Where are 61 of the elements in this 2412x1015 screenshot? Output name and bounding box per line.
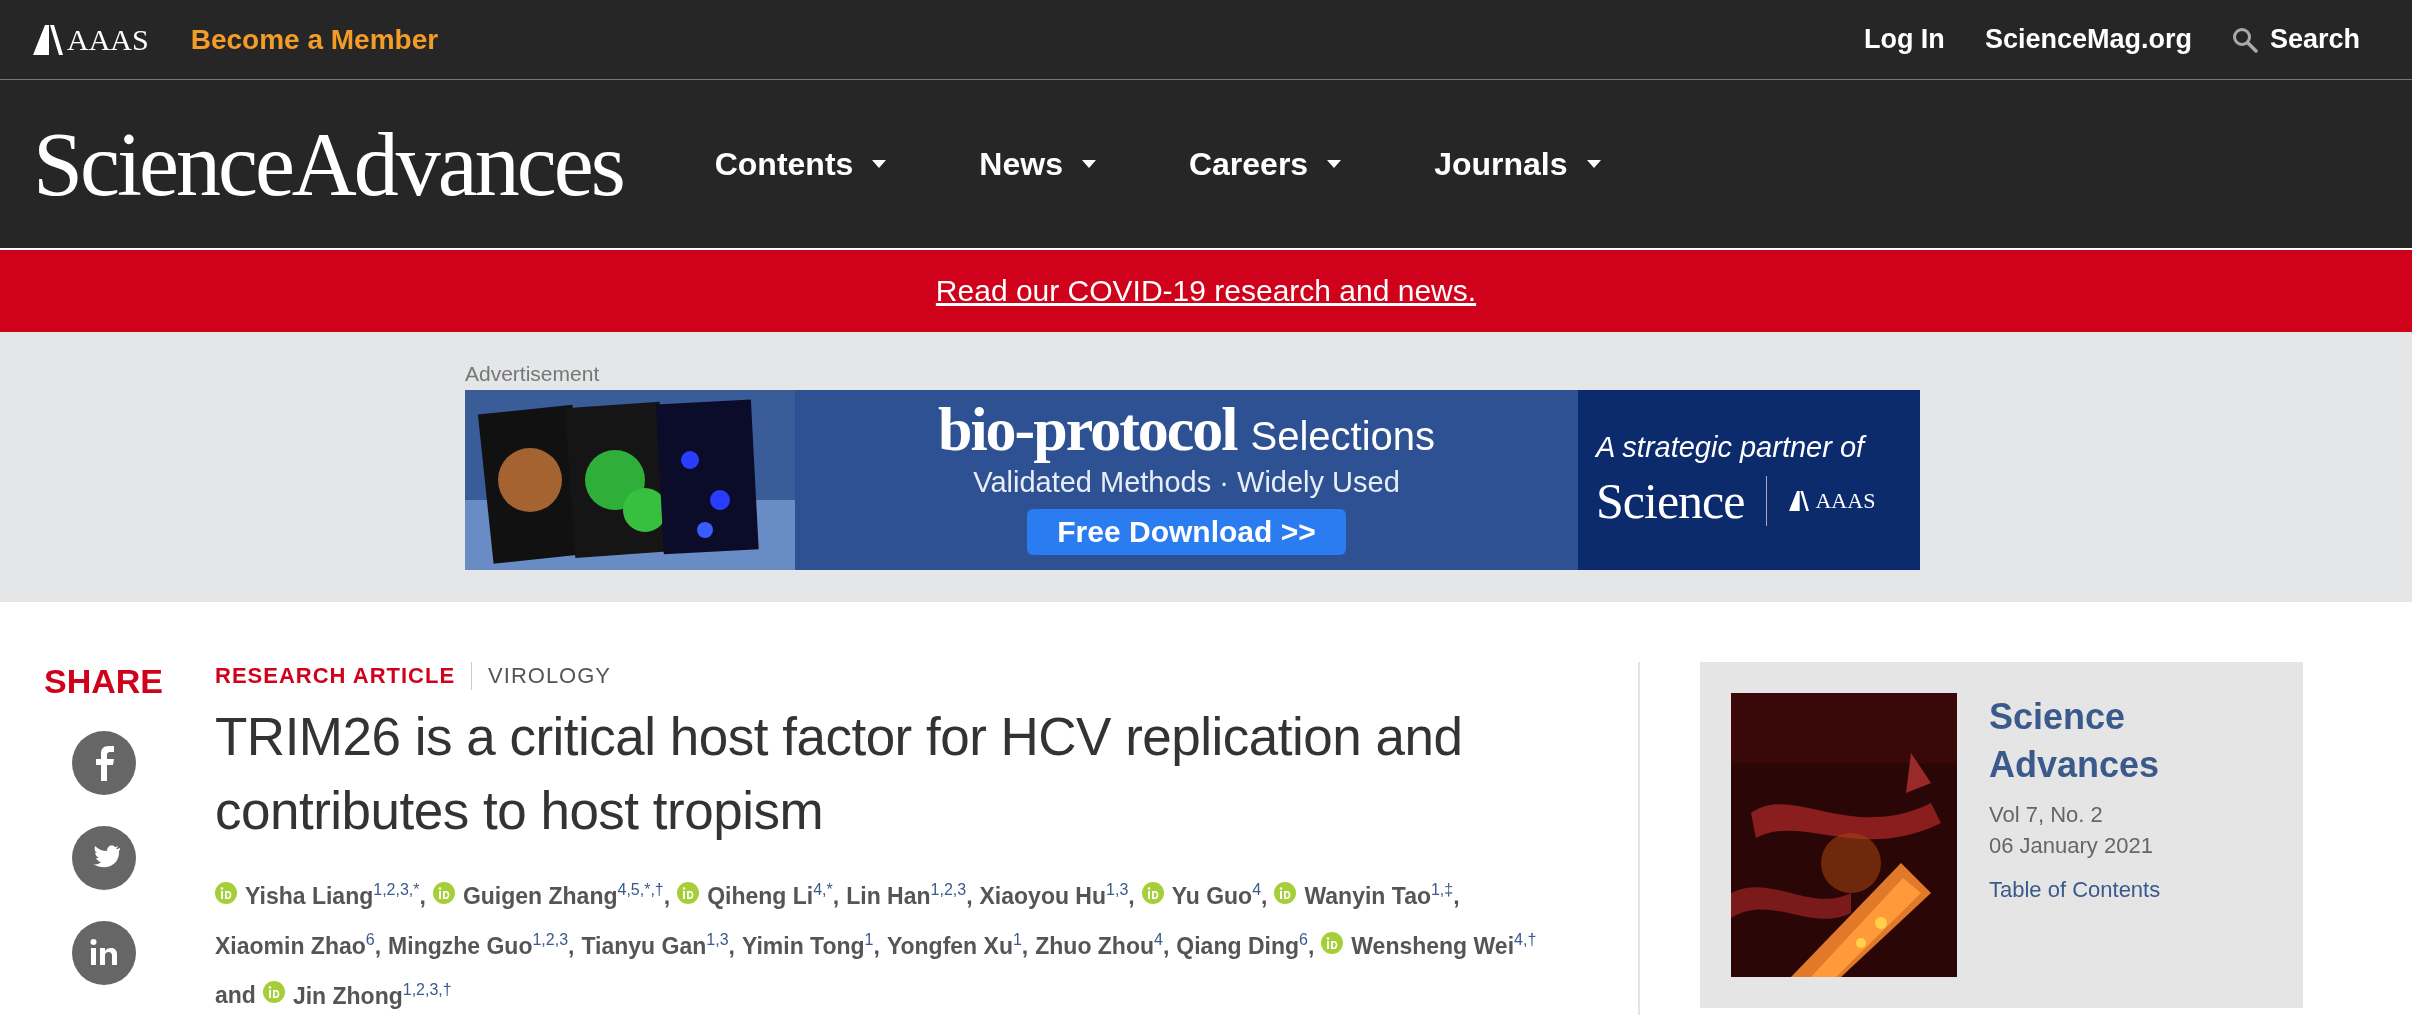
orcid-icon[interactable]	[677, 881, 700, 904]
issue-volume: Vol 7, No. 2	[1989, 801, 2104, 829]
aaas-wordmark[interactable]: AAAS	[67, 22, 149, 57]
share-heading: SHARE	[44, 662, 163, 701]
table-of-contents-link[interactable]: Table of Contents	[1989, 877, 2189, 903]
nav-menu-button[interactable]: News	[979, 145, 1097, 183]
author-name[interactable]: Qiheng Li$^{4,*}$,	[707, 868, 840, 918]
search-link[interactable]: Search	[2231, 24, 2360, 55]
author-name[interactable]: Wanyin Tao$^{1,‡}$,	[1304, 868, 1460, 918]
author-name[interactable]: Yisha Liang$^{1,2,3,*}$,	[245, 868, 426, 918]
become-member-link[interactable]: Become a Member	[190, 23, 439, 56]
aaas-logo-icon	[1789, 490, 1810, 511]
author-name[interactable]: Xiaoyou Hu$^{1,3}$,	[979, 868, 1135, 918]
orcid-icon[interactable]	[1141, 881, 1164, 904]
author-name[interactable]: Yimin Tong$^{1}$,	[741, 918, 880, 968]
author-name[interactable]: Lin Han$^{1,2,3}$,	[846, 868, 973, 918]
issue-date: 06 January 2021	[1989, 832, 2154, 860]
twitter-icon[interactable]	[71, 826, 136, 890]
author-name[interactable]: Qiang Ding$^{6}$,	[1176, 918, 1315, 968]
author-name[interactable]: Yu Guo$^{4}$,	[1171, 868, 1268, 918]
aaas-logo-icon	[33, 24, 63, 55]
linkedin-icon[interactable]	[71, 921, 136, 985]
caret-icon	[871, 159, 888, 169]
ad-tagline: Validated Methods · Widely Used	[973, 466, 1400, 499]
caret-icon	[1080, 159, 1097, 169]
journal-name[interactable]: Science Advances	[1989, 693, 2189, 789]
article-section[interactable]: VIROLOGY	[488, 663, 611, 689]
author-name[interactable]: Xiaomin Zhao$^{6}$,	[215, 918, 382, 968]
header-link[interactable]: Log In	[1863, 24, 1945, 55]
caret-icon	[1585, 159, 1602, 169]
facebook-icon[interactable]	[71, 731, 136, 795]
article-type[interactable]: RESEARCH ARTICLE	[215, 663, 456, 689]
covid-news-link[interactable]: Read our COVID-19 research and news.	[935, 274, 1477, 308]
nav-menu-button[interactable]: Journals	[1434, 145, 1602, 183]
search-icon	[2231, 26, 2258, 53]
orcid-icon[interactable]	[1274, 881, 1297, 904]
author-name[interactable]: Guigen Zhang$^{4,5,*,†}$,	[462, 868, 671, 918]
author-name[interactable]: Zhuo Zhou$^{4}$,	[1035, 918, 1170, 968]
orcid-icon[interactable]	[262, 981, 285, 1004]
orcid-icon[interactable]	[215, 881, 237, 904]
article-title: TRIM26 is a critical host factor for HCV replication and contributes to host tropism	[215, 706, 1464, 842]
orcid-icon[interactable]	[1321, 931, 1344, 954]
caret-icon	[1326, 159, 1343, 169]
nav-menu-button[interactable]: Contents	[714, 145, 888, 183]
site-logo[interactable]: ScienceAdvances	[33, 112, 623, 216]
header-link[interactable]: ScienceMag.org	[1984, 24, 2192, 55]
partner-org: AAAS	[1815, 487, 1876, 514]
author-name[interactable]: Wensheng Wei$^{4,†}$	[1351, 917, 1537, 968]
ad-brand-suffix: Selections	[1250, 414, 1436, 459]
author-name[interactable]: Mingzhe Guo$^{1,2,3}$,	[388, 918, 575, 968]
free-download-button[interactable]: Free Download >>	[1027, 509, 1346, 555]
author-name[interactable]: and	[215, 973, 256, 1015]
nav-menu-button[interactable]: Careers	[1188, 145, 1343, 183]
partner-text: A strategic partner of	[1596, 430, 1868, 464]
author-name[interactable]: Jin Zhong$^{1,2,3,†}$	[292, 967, 452, 1015]
partner-logo: Science	[1596, 471, 1745, 530]
advertisement-label: Advertisement	[465, 362, 601, 386]
author-name[interactable]: Tianyu Gan$^{1,3}$,	[581, 918, 735, 968]
author-name[interactable]: Yongfen Xu$^{1}$,	[886, 918, 1029, 968]
orcid-icon[interactable]	[432, 881, 455, 904]
ad-banner[interactable]: bio-protocol Selections Validated Methods · Widely Used Free Download >> A strategic partner of Science AAAS	[465, 390, 1920, 570]
